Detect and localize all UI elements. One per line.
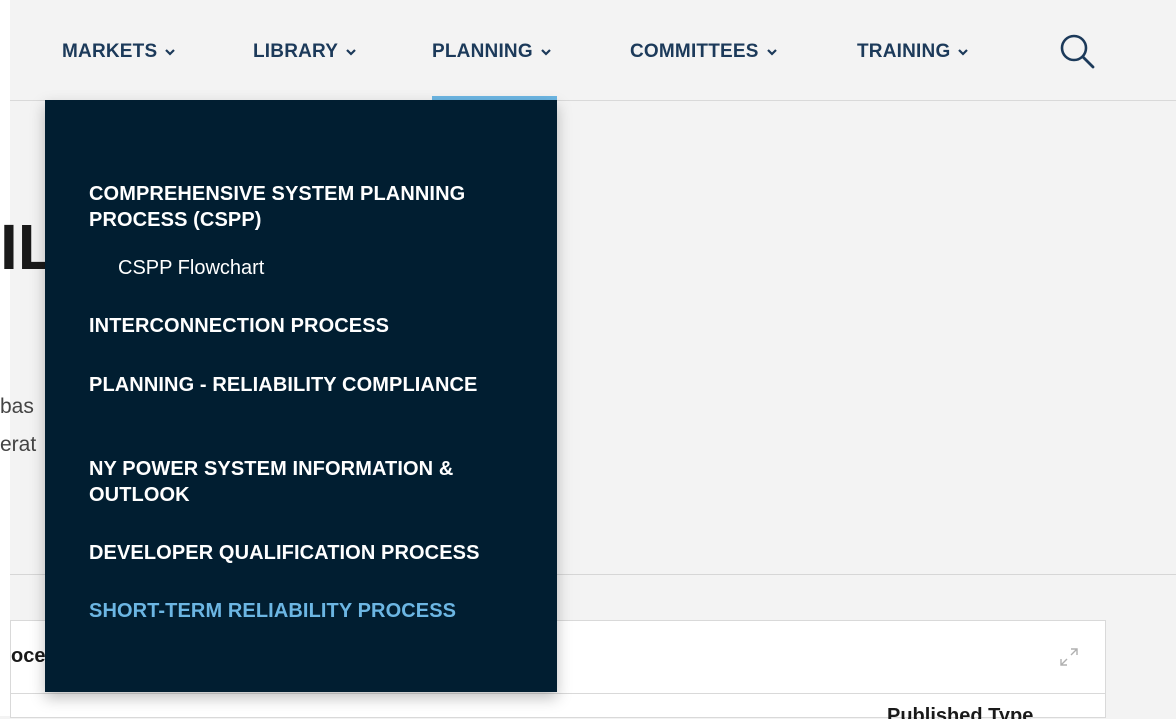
nav-item-library[interactable]: LIBRARY xyxy=(253,38,357,66)
menu-item-developer-qualification[interactable]: DEVELOPER QUALIFICATION PROCESS xyxy=(89,540,529,566)
documents-card-title: oce xyxy=(11,645,46,667)
search-icon[interactable] xyxy=(1058,32,1096,70)
nav-item-label: LIBRARY xyxy=(253,41,339,62)
menu-item-interconnection-process[interactable]: INTERCONNECTION PROCESS xyxy=(89,313,529,339)
nav-item-markets[interactable]: MARKETS xyxy=(62,38,176,66)
chevron-down-icon xyxy=(541,49,551,56)
chevron-down-icon xyxy=(766,49,777,56)
expand-icon[interactable] xyxy=(1058,646,1080,668)
menu-item-short-term-reliability[interactable]: SHORT-TERM RELIABILITY PROCESS xyxy=(89,598,529,624)
planning-dropdown-menu: COMPREHENSIVE SYSTEM PLANNING PROCESS (C… xyxy=(45,100,557,692)
nav-item-label: TRAINING xyxy=(857,41,951,62)
chevron-down-icon xyxy=(958,49,969,56)
nav-item-label: PLANNING xyxy=(432,41,533,62)
column-header-fragment: Published Type xyxy=(887,705,1034,719)
menu-item-cspp[interactable]: COMPREHENSIVE SYSTEM PLANNING PROCESS (C… xyxy=(89,181,529,233)
nav-item-training[interactable]: TRAINING xyxy=(857,38,969,66)
menu-item-power-system-outlook[interactable]: NY POWER SYSTEM INFORMATION & OUTLOOK xyxy=(89,456,529,508)
nav-item-planning[interactable]: PLANNING xyxy=(432,38,552,66)
card-divider xyxy=(11,693,1105,694)
left-gutter xyxy=(0,0,10,716)
chevron-down-icon xyxy=(346,49,356,56)
menu-subitem-cspp-flowchart[interactable]: CSPP Flowchart xyxy=(118,255,264,281)
chevron-down-icon xyxy=(165,49,176,56)
menu-item-reliability-compliance[interactable]: PLANNING - RELIABILITY COMPLIANCE xyxy=(89,372,529,398)
nav-item-label: COMMITTEES xyxy=(630,41,759,62)
main-navbar xyxy=(10,0,1176,101)
nav-item-label: MARKETS xyxy=(62,41,158,62)
nav-item-committees[interactable]: COMMITTEES xyxy=(630,38,778,66)
